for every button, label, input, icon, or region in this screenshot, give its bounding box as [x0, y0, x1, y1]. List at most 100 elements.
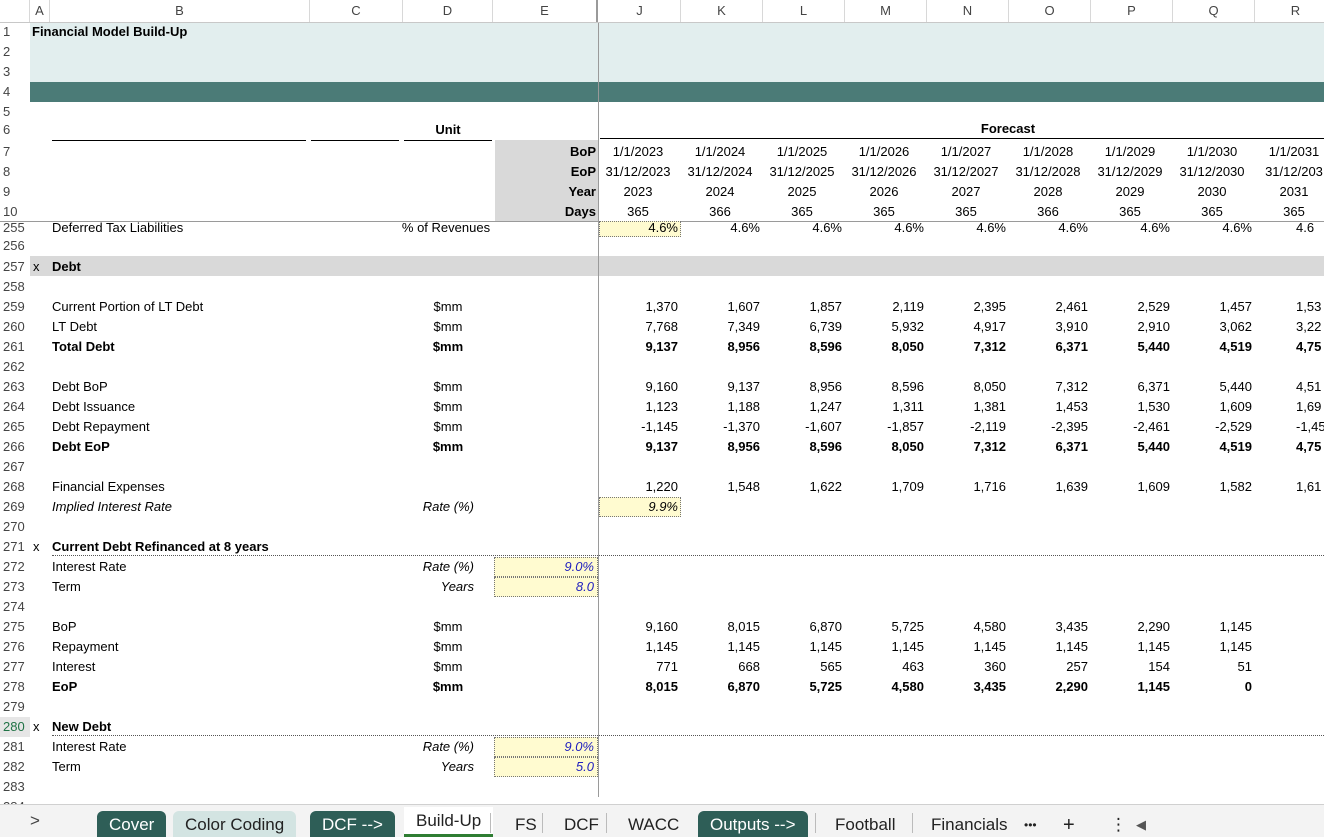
value-cell[interactable]: 1,247	[764, 397, 842, 417]
value-cell[interactable]: 2,119	[846, 297, 924, 317]
value-cell[interactable]: 8,015	[682, 617, 760, 637]
row-header[interactable]: 266	[0, 437, 30, 457]
row-header[interactable]: 262	[0, 357, 30, 377]
value-cell[interactable]: 257	[1010, 657, 1088, 677]
value-cell[interactable]: 1,709	[846, 477, 924, 497]
row-label[interactable]: Current Portion of LT Debt	[52, 297, 203, 317]
col-header-r[interactable]: R	[1255, 0, 1324, 22]
unit-cell[interactable]: $mm	[404, 337, 492, 357]
value-cell[interactable]: 771	[600, 657, 678, 677]
row-label[interactable]: Repayment	[52, 637, 118, 657]
value-cell[interactable]: 3,435	[1010, 617, 1088, 637]
value-cell[interactable]: 1,609	[1092, 477, 1170, 497]
row-header[interactable]: 265	[0, 417, 30, 437]
value-cell[interactable]: 8,956	[682, 337, 760, 357]
input-value[interactable]: 5.0	[495, 757, 594, 777]
row-label[interactable]: Debt Repayment	[52, 417, 150, 437]
row-label[interactable]: Debt EoP	[52, 437, 110, 457]
row-header[interactable]: 1	[0, 22, 30, 42]
value-cell[interactable]: 4,580	[928, 617, 1006, 637]
unit-cell[interactable]: % of Revenues	[398, 218, 494, 238]
tab-nav-arrow[interactable]: >	[18, 807, 52, 833]
header-bop-cell[interactable]: 1/1/2028	[1007, 142, 1089, 162]
value-cell[interactable]: 7,312	[928, 337, 1006, 357]
value-cell[interactable]: 565	[764, 657, 842, 677]
header-bop-cell[interactable]: 1/1/2024	[679, 142, 761, 162]
value-cell[interactable]: 51	[1174, 657, 1252, 677]
row-header[interactable]: 270	[0, 517, 30, 537]
col-header-q[interactable]: Q	[1173, 0, 1255, 22]
value-cell[interactable]: 4.6%	[846, 218, 924, 238]
col-header-o[interactable]: O	[1009, 0, 1091, 22]
row-label[interactable]: Interest Rate	[52, 737, 126, 757]
value-cell[interactable]: 1,53	[1296, 297, 1324, 317]
value-cell[interactable]: 463	[846, 657, 924, 677]
row-header[interactable]: 281	[0, 737, 30, 757]
value-cell[interactable]: 6,371	[1010, 437, 1088, 457]
input-value[interactable]: 9.0%	[495, 737, 594, 757]
col-header-e[interactable]: E	[493, 0, 598, 22]
value-cell[interactable]: 8,050	[846, 337, 924, 357]
value-cell[interactable]: 1,607	[682, 297, 760, 317]
value-cell[interactable]: 1,457	[1174, 297, 1252, 317]
value-cell[interactable]: 1,145	[928, 637, 1006, 657]
unit-cell[interactable]: Years	[404, 577, 474, 597]
value-cell[interactable]: -2,529	[1174, 417, 1252, 437]
tab-financials[interactable]: Financials	[919, 811, 1020, 837]
value-cell[interactable]: 2,910	[1092, 317, 1170, 337]
value-cell[interactable]: 4.6%	[682, 218, 760, 238]
row-header[interactable]: 282	[0, 757, 30, 777]
value-cell[interactable]: 3,910	[1010, 317, 1088, 337]
value-cell[interactable]: 4.6%	[1174, 218, 1252, 238]
col-header-d[interactable]: D	[403, 0, 493, 22]
row-header[interactable]: 275	[0, 617, 30, 637]
value-cell[interactable]: 8,596	[764, 437, 842, 457]
unit-cell[interactable]: $mm	[404, 317, 492, 337]
row-label[interactable]: Debt Issuance	[52, 397, 135, 417]
header-bop-cell[interactable]: 1/1/2026	[843, 142, 925, 162]
value-cell[interactable]: 2,395	[928, 297, 1006, 317]
row-header[interactable]: 256	[0, 236, 30, 256]
unit-cell[interactable]: Rate (%)	[404, 737, 474, 757]
header-eop-cell[interactable]: 31/12/2027	[925, 162, 1007, 182]
value-cell[interactable]: 4,519	[1174, 337, 1252, 357]
value-cell[interactable]: 9,160	[600, 377, 678, 397]
value-cell[interactable]: 4.6%	[1010, 218, 1088, 238]
value-cell[interactable]: 1,145	[682, 637, 760, 657]
header-eop-cell[interactable]: 31/12/203	[1253, 162, 1324, 182]
value-cell[interactable]: 3,062	[1174, 317, 1252, 337]
header-year-cell[interactable]: 2028	[1007, 182, 1089, 202]
row-label[interactable]: Financial Expenses	[52, 477, 165, 497]
value-cell[interactable]: 8,596	[764, 337, 842, 357]
value-cell[interactable]: 4,51	[1296, 377, 1324, 397]
value-cell[interactable]: -1,145	[600, 417, 678, 437]
row-header[interactable]: 260	[0, 317, 30, 337]
value-cell[interactable]: 1,61	[1296, 477, 1324, 497]
value-cell[interactable]: 1,123	[600, 397, 678, 417]
unit-cell[interactable]: Rate (%)	[404, 557, 474, 577]
header-eop-cell[interactable]: 31/12/2025	[761, 162, 843, 182]
value-cell[interactable]: 4.6%	[600, 218, 678, 238]
value-cell[interactable]: 8,015	[600, 677, 678, 697]
row-header[interactable]: 259	[0, 297, 30, 317]
col-header-j[interactable]: J	[599, 0, 681, 22]
row-header[interactable]: 4	[0, 82, 30, 102]
header-bop-cell[interactable]: 1/1/2027	[925, 142, 1007, 162]
group-toggle[interactable]: x	[33, 717, 40, 737]
value-cell[interactable]: 1,381	[928, 397, 1006, 417]
row-label[interactable]: Term	[52, 757, 81, 777]
row-header[interactable]: 273	[0, 577, 30, 597]
header-eop-cell[interactable]: 31/12/2030	[1171, 162, 1253, 182]
header-bop-cell[interactable]: 1/1/2023	[597, 142, 679, 162]
row-header[interactable]: 272	[0, 557, 30, 577]
header-row-label-days[interactable]: Days	[495, 202, 596, 222]
value-cell[interactable]: 8,956	[682, 437, 760, 457]
value-cell[interactable]: 5,440	[1092, 337, 1170, 357]
row-label[interactable]: EoP	[52, 677, 77, 697]
value-cell[interactable]: -2,461	[1092, 417, 1170, 437]
value-cell[interactable]: 668	[682, 657, 760, 677]
value-cell[interactable]: 1,145	[764, 637, 842, 657]
group-toggle[interactable]: x	[33, 537, 40, 557]
value-cell[interactable]: 8,596	[846, 377, 924, 397]
value-cell[interactable]: 1,311	[846, 397, 924, 417]
